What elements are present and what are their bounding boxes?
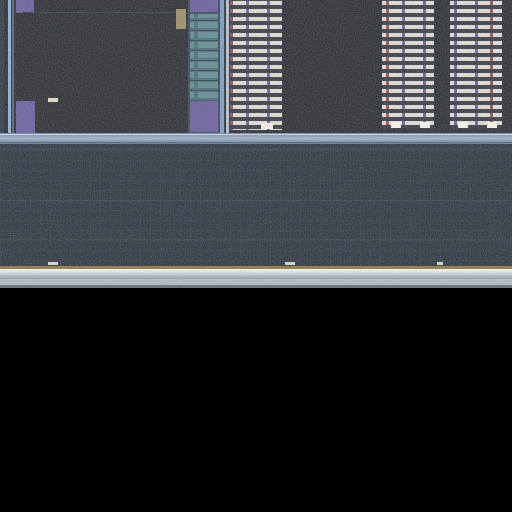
lower-routing-field [0, 144, 512, 267]
left-memory-bank [230, 0, 282, 130]
right-memory-bank-b [450, 0, 502, 128]
micrograph-scene [0, 0, 512, 512]
die-image [0, 0, 512, 288]
middle-interface-column [188, 0, 229, 134]
horizontal-metal-bus [0, 133, 512, 144]
left-logic-block [0, 0, 186, 134]
right-memory-bank-a [382, 0, 434, 128]
bottom-edge-seal [0, 266, 512, 288]
black-lower-area [0, 288, 512, 512]
